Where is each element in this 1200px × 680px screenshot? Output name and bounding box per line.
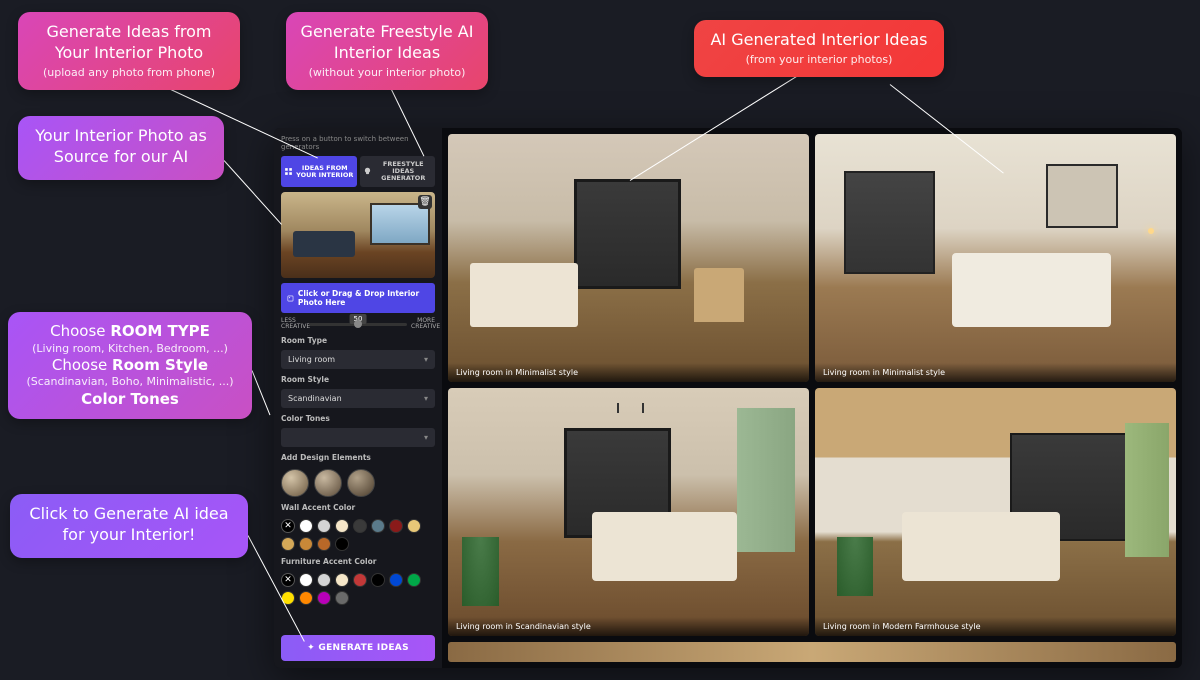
room-type-select[interactable]: Living room: [281, 350, 435, 369]
color-swatch[interactable]: [335, 591, 349, 605]
color-swatch[interactable]: [317, 537, 331, 551]
callout-generate: Click to Generate AI idea for your Inter…: [10, 494, 248, 558]
t: Color Tones: [81, 390, 179, 408]
result-image: [448, 388, 809, 636]
result-card[interactable]: Living room in Scandinavian style: [448, 388, 809, 636]
bulb-icon: [363, 167, 372, 176]
color-swatch[interactable]: ✕: [281, 519, 295, 533]
t: Choose: [50, 322, 105, 340]
wall-accent-swatches: ✕: [281, 519, 435, 551]
color-swatch[interactable]: ✕: [281, 573, 295, 587]
color-swatch[interactable]: [299, 519, 313, 533]
result-card[interactable]: Living room in Modern Farmhouse style: [815, 388, 1176, 636]
slider-label-left: LESS CREATIVE: [281, 318, 305, 330]
color-swatch[interactable]: [353, 573, 367, 587]
design-elements: [281, 469, 435, 497]
sidebar: Press on a button to switch between gene…: [274, 128, 442, 668]
tab-label: FREESTYLE IDEAS GENERATOR: [375, 161, 433, 182]
tab-label: IDEAS FROM YOUR INTERIOR: [296, 165, 354, 179]
results-gallery: Living room in Minimalist style Living r…: [442, 128, 1182, 668]
callout-choose-options: Choose ROOM TYPE (Living room, Kitchen, …: [8, 312, 252, 419]
t: (Living room, Kitchen, Bedroom, ...): [22, 342, 238, 356]
color-swatch[interactable]: [335, 519, 349, 533]
result-card[interactable]: Living room in Minimalist style: [815, 134, 1176, 382]
callout-title: Click to Generate AI idea for your Inter…: [24, 504, 234, 546]
color-swatch[interactable]: [317, 519, 331, 533]
t: ROOM TYPE: [110, 322, 210, 340]
color-swatch[interactable]: [299, 573, 313, 587]
furniture-accent-swatches: ✕: [281, 573, 435, 605]
callout-title: Generate Freestyle AI Interior Ideas: [300, 22, 474, 64]
furniture-accent-label: Furniture Accent Color: [281, 557, 435, 566]
generate-ideas-button[interactable]: ✦ GENERATE IDEAS: [281, 635, 435, 661]
callout-title: Generate Ideas from Your Interior Photo: [32, 22, 226, 64]
color-swatch[interactable]: [407, 573, 421, 587]
color-swatch[interactable]: [389, 519, 403, 533]
creativity-slider-row: LESS CREATIVE 50 MORE CREATIVE: [281, 318, 435, 330]
callout-title: AI Generated Interior Ideas: [708, 30, 930, 51]
color-swatch[interactable]: [335, 537, 349, 551]
result-image: [815, 134, 1176, 382]
callout-sub: (upload any photo from phone): [32, 66, 226, 80]
t: Room Style: [112, 356, 208, 374]
room-style-label: Room Style: [281, 375, 435, 384]
color-swatch[interactable]: [371, 573, 385, 587]
result-card[interactable]: Living room in Minimalist style: [448, 134, 809, 382]
result-caption: Living room in Minimalist style: [815, 363, 1176, 382]
callout-sub: (without your interior photo): [300, 66, 474, 80]
color-swatch[interactable]: [407, 519, 421, 533]
grid-icon: [284, 167, 293, 176]
room-style-select[interactable]: Scandinavian: [281, 389, 435, 408]
color-swatch[interactable]: [389, 573, 403, 587]
color-swatch[interactable]: [281, 537, 295, 551]
callout-sub: (from your interior photos): [708, 53, 930, 67]
tab-freestyle[interactable]: FREESTYLE IDEAS GENERATOR: [360, 156, 436, 187]
color-swatch[interactable]: [317, 573, 331, 587]
generator-tabs: IDEAS FROM YOUR INTERIOR FREESTYLE IDEAS…: [281, 156, 435, 187]
callout-generate-from-photo: Generate Ideas from Your Interior Photo …: [18, 12, 240, 90]
result-image: [815, 388, 1176, 636]
result-caption: Living room in Modern Farmhouse style: [815, 617, 1176, 636]
callout-ai-generated: AI Generated Interior Ideas (from your i…: [694, 20, 944, 77]
design-element-3[interactable]: [347, 469, 375, 497]
callout-freestyle: Generate Freestyle AI Interior Ideas (wi…: [286, 12, 488, 90]
design-element-2[interactable]: [314, 469, 342, 497]
select-value: Scandinavian: [288, 394, 342, 403]
callout-source-photo: Your Interior Photo as Source for our AI: [18, 116, 224, 180]
result-image: [448, 134, 809, 382]
image-icon: [287, 294, 294, 303]
design-element-1[interactable]: [281, 469, 309, 497]
slider-thumb[interactable]: [354, 320, 362, 328]
color-tones-label: Color Tones: [281, 414, 435, 423]
result-strip: [448, 642, 1176, 662]
callout-title: Your Interior Photo as Source for our AI: [32, 126, 210, 168]
color-tones-select[interactable]: [281, 428, 435, 447]
creativity-slider[interactable]: 50: [309, 323, 407, 326]
color-swatch[interactable]: [299, 591, 313, 605]
design-elements-label: Add Design Elements: [281, 453, 435, 462]
color-swatch[interactable]: [335, 573, 349, 587]
color-swatch[interactable]: [353, 519, 367, 533]
result-caption: Living room in Minimalist style: [448, 363, 809, 382]
app-window: Press on a button to switch between gene…: [274, 128, 1182, 668]
room-type-label: Room Type: [281, 336, 435, 345]
wall-accent-label: Wall Accent Color: [281, 503, 435, 512]
delete-photo-button[interactable]: 🗑: [418, 195, 432, 209]
result-caption: Living room in Scandinavian style: [448, 617, 809, 636]
select-value: Living room: [288, 355, 335, 364]
upload-photo-button[interactable]: Click or Drag & Drop Interior Photo Here: [281, 283, 435, 313]
slider-label-right: MORE CREATIVE: [411, 318, 435, 330]
generator-hint: Press on a button to switch between gene…: [281, 135, 435, 151]
source-photo-preview[interactable]: 🗑: [281, 192, 435, 278]
t: (Scandinavian, Boho, Minimalistic, ...): [22, 375, 238, 389]
tab-ideas-from-interior[interactable]: IDEAS FROM YOUR INTERIOR: [281, 156, 357, 187]
color-swatch[interactable]: [317, 591, 331, 605]
upload-label: Click or Drag & Drop Interior Photo Here: [298, 289, 429, 307]
color-swatch[interactable]: [299, 537, 313, 551]
color-swatch[interactable]: [371, 519, 385, 533]
t: Choose: [52, 356, 107, 374]
